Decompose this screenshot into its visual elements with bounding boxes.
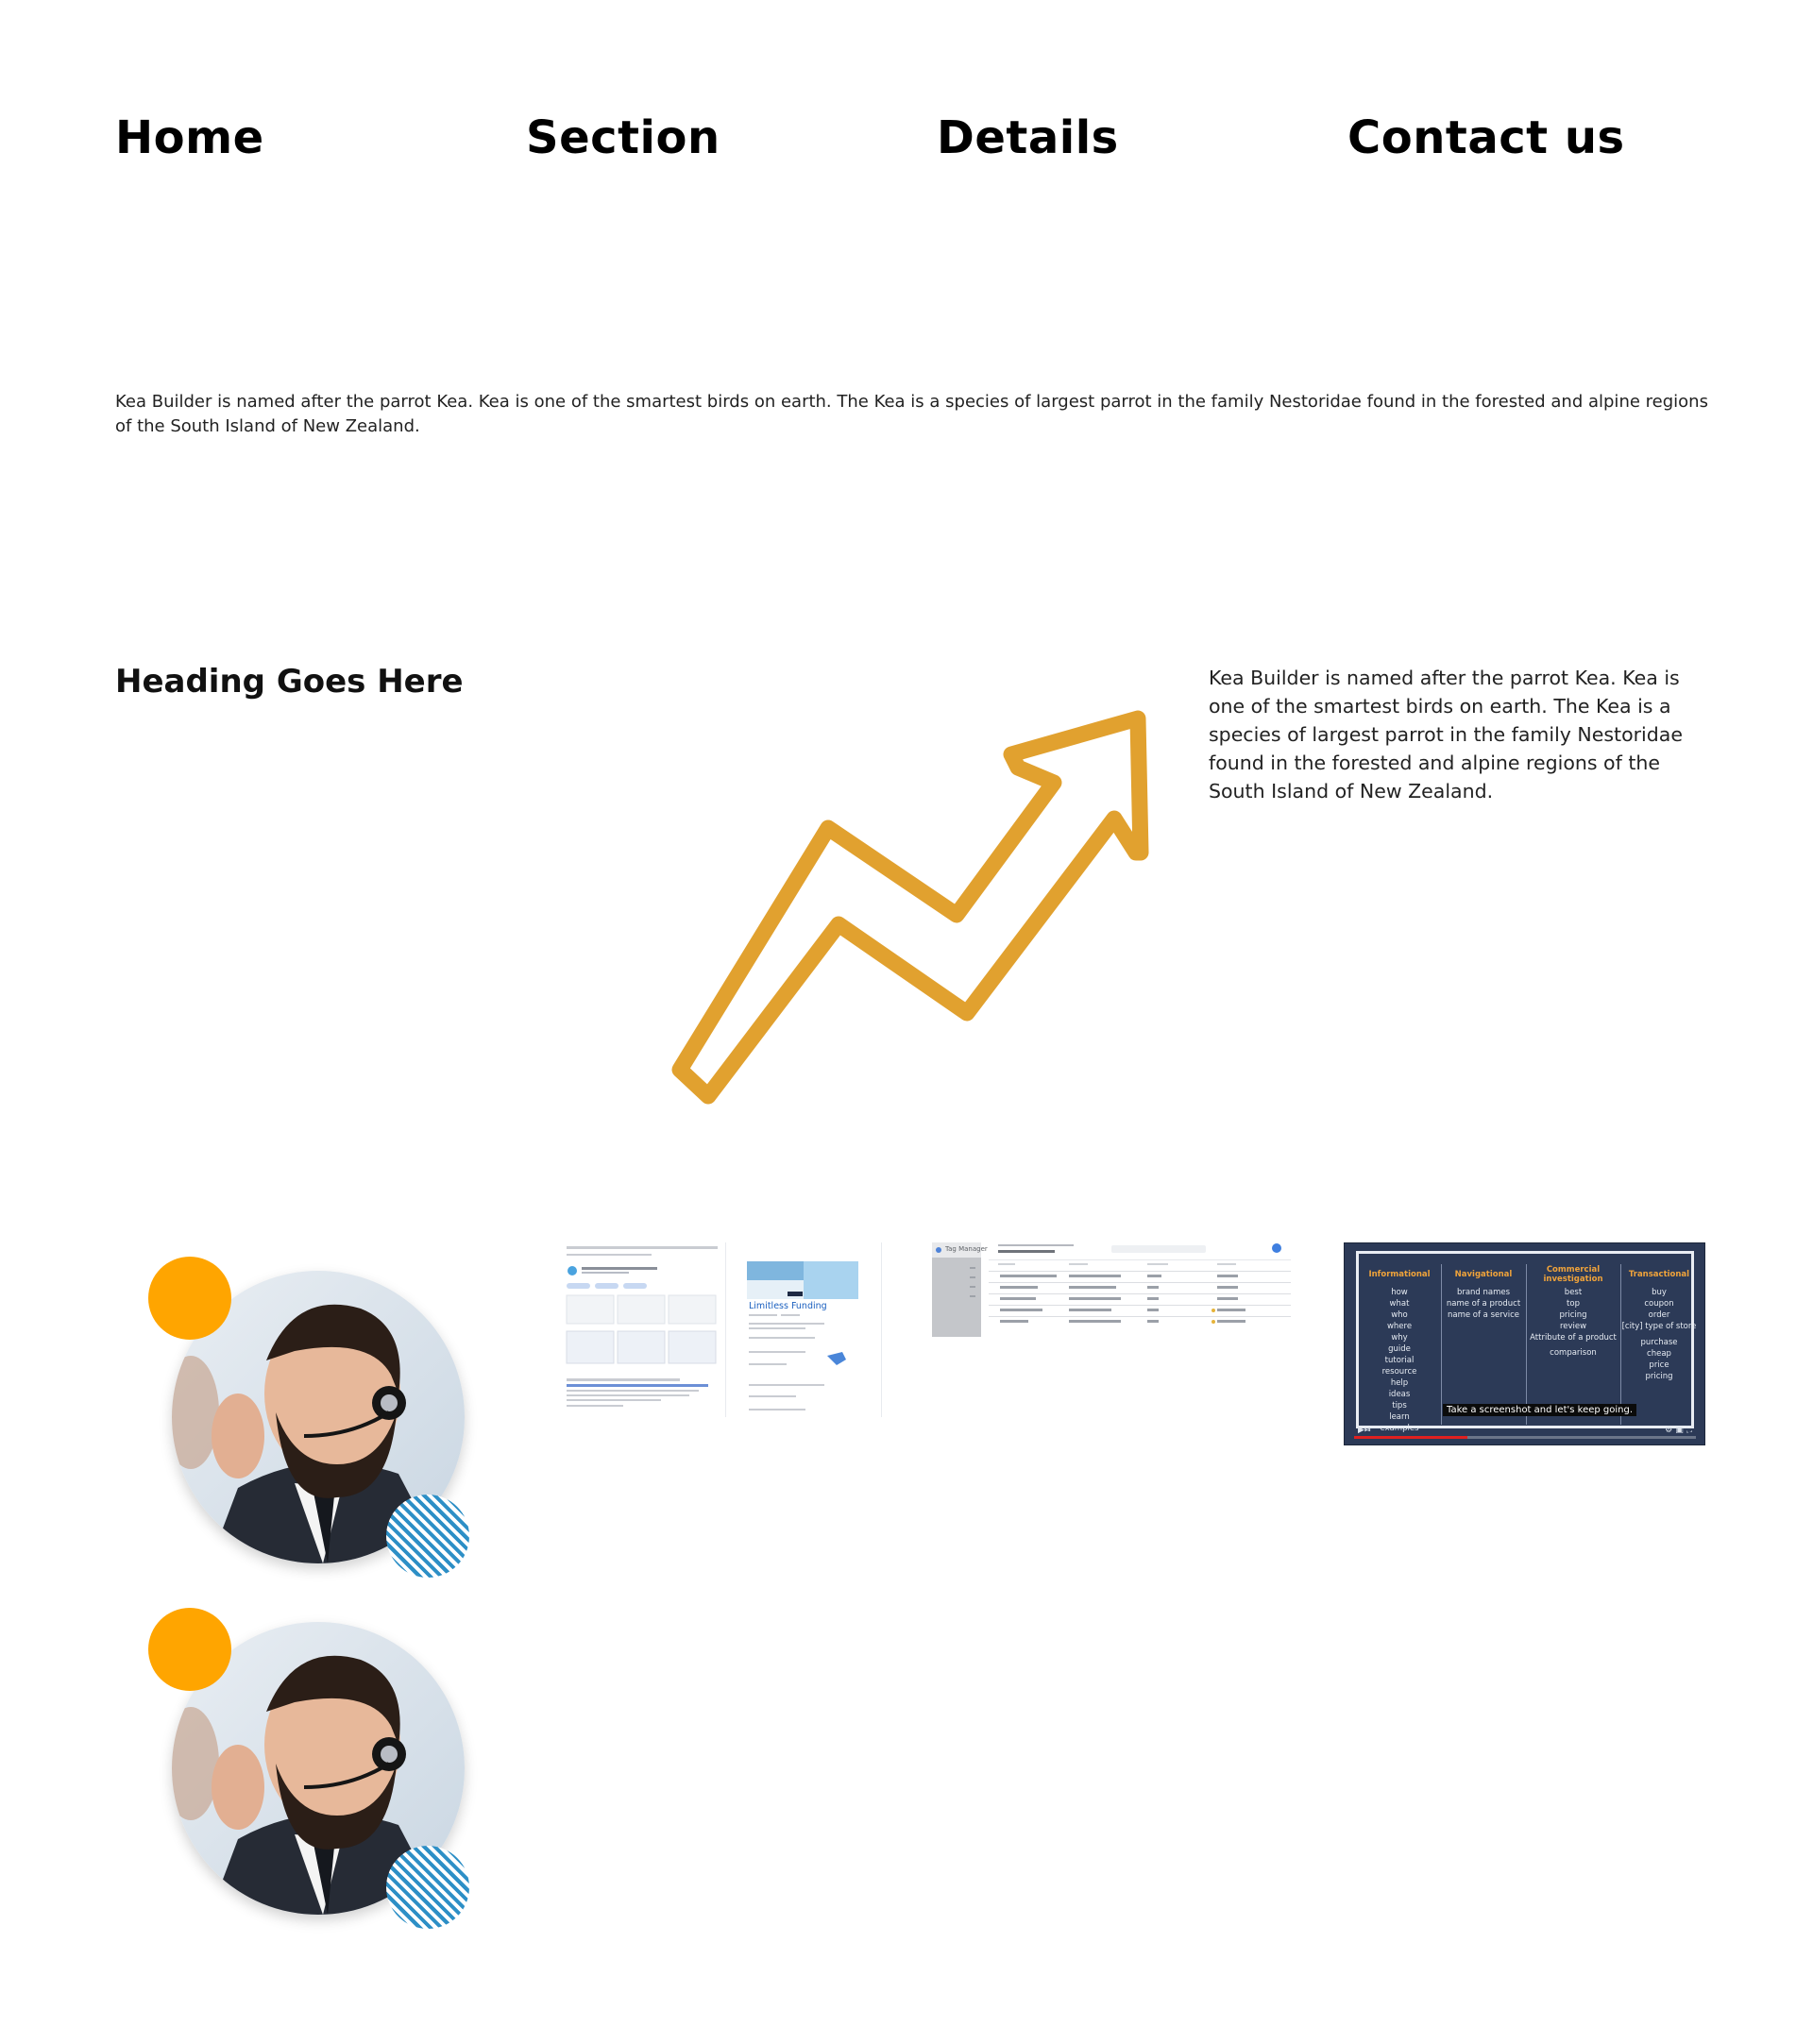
video-progress-fill [1354,1436,1467,1439]
striped-circle-decoration [386,1846,469,1929]
nav-section-link[interactable]: Section [526,111,720,164]
orange-dot-decoration [148,1608,231,1691]
video-player[interactable]: Informational how what who where why gui… [1344,1242,1705,1445]
nav-details-link[interactable]: Details [937,111,1119,164]
main-navigation: Home Section Details Contact us [115,111,1720,177]
nav-contact-us-link[interactable]: Contact us [1347,111,1625,164]
keyword-column-navigational: Navigational brand names name of a produ… [1446,1270,1521,1320]
search-results-screenshot[interactable]: Limitless Funding [563,1242,889,1417]
striped-circle-decoration [386,1495,469,1578]
support-agent-avatar [148,1257,469,1578]
support-agent-avatar [148,1608,469,1929]
trending-up-arrow-icon [671,710,1149,1105]
tag-manager-screenshot[interactable]: Tag Manager [932,1242,1296,1337]
panel-title: Limitless Funding [749,1301,827,1311]
intro-paragraph: Kea Builder is named after the parrot Ke… [115,392,1708,436]
keyword-column-transactional: Transactional buy coupon order [city] ty… [1621,1270,1697,1381]
feature-heading: Heading Goes Here [115,663,464,701]
player-settings-icon[interactable]: ⚙▣⛶ [1665,1426,1695,1435]
column-divider [1526,1264,1527,1425]
keyword-column-informational: Informational how what who where why gui… [1368,1270,1431,1433]
orange-dot-decoration [148,1257,231,1340]
keyword-column-commercial: Commercial investigation best top pricin… [1530,1265,1617,1358]
app-name: Tag Manager [945,1245,988,1253]
play-icon[interactable]: ▶⏯ [1358,1426,1371,1435]
nav-home-link[interactable]: Home [115,111,264,164]
feature-description: Kea Builder is named after the parrot Ke… [1209,667,1683,802]
column-divider [1441,1264,1442,1425]
video-caption: Take a screenshot and let's keep going. [1443,1404,1637,1416]
